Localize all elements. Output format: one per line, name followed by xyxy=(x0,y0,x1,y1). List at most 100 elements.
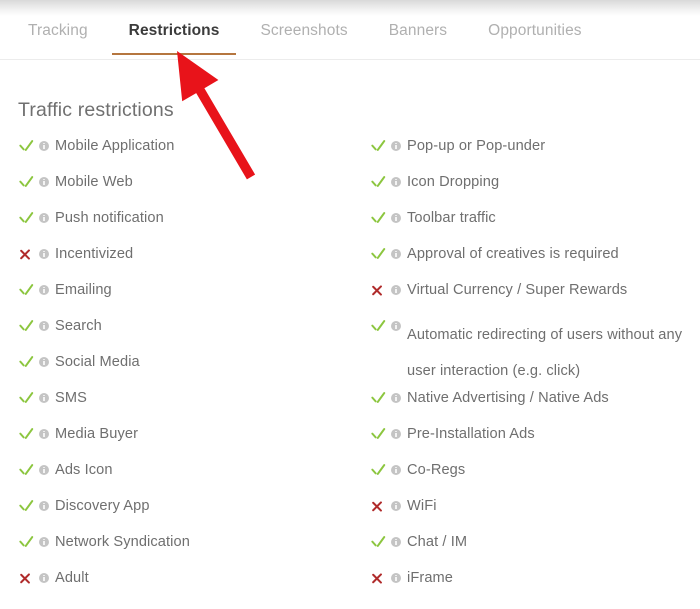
restriction-label: Search xyxy=(55,318,102,334)
tab-opportunities[interactable]: Opportunities xyxy=(488,22,582,55)
restriction-item: Emailing xyxy=(18,280,358,316)
restriction-item: Incentivized xyxy=(18,244,358,280)
info-icon[interactable] xyxy=(39,177,49,187)
info-icon[interactable] xyxy=(39,465,49,475)
restriction-label: Chat / IM xyxy=(407,534,468,550)
tab-label: Restrictions xyxy=(128,22,220,39)
info-icon[interactable] xyxy=(391,573,401,583)
tab-screenshots[interactable]: Screenshots xyxy=(260,22,347,55)
restriction-item: Pre-Installation Ads xyxy=(370,424,692,460)
restriction-item: Adult xyxy=(18,568,358,604)
cross-icon xyxy=(18,245,34,265)
restriction-item: Ads Icon xyxy=(18,460,358,496)
info-icon[interactable] xyxy=(39,213,49,223)
check-icon xyxy=(370,137,386,157)
restriction-item: Network Syndication xyxy=(18,532,358,568)
check-icon xyxy=(18,137,34,157)
restriction-item: Virtual Currency / Super Rewards xyxy=(370,280,692,316)
restriction-item: Social Media xyxy=(18,352,358,388)
check-icon xyxy=(18,317,34,337)
tab-restrictions[interactable]: Restrictions xyxy=(111,22,237,55)
restriction-item: Co-Regs xyxy=(370,460,692,496)
cross-icon xyxy=(370,569,386,589)
info-icon[interactable] xyxy=(39,573,49,583)
restriction-item: Mobile Application xyxy=(18,136,358,172)
check-icon xyxy=(370,245,386,265)
tab-banners[interactable]: Banners xyxy=(389,22,447,55)
restriction-item: Icon Dropping xyxy=(370,172,692,208)
restriction-label: Native Advertising / Native Ads xyxy=(407,390,609,406)
info-icon[interactable] xyxy=(391,429,401,439)
info-icon[interactable] xyxy=(391,501,401,511)
info-icon[interactable] xyxy=(391,465,401,475)
restriction-item: iFrame xyxy=(370,568,692,604)
info-icon[interactable] xyxy=(39,357,49,367)
restriction-label: Icon Dropping xyxy=(407,174,500,190)
tab-label: Banners xyxy=(388,22,448,39)
restriction-item: WiFi xyxy=(370,496,692,532)
restriction-label: SMS xyxy=(55,390,87,406)
check-icon xyxy=(18,461,34,481)
info-icon[interactable] xyxy=(39,501,49,511)
restriction-item: Media Buyer xyxy=(18,424,358,460)
check-icon xyxy=(18,209,34,229)
restriction-label: Push notification xyxy=(55,210,164,226)
tab-label: Opportunities xyxy=(488,22,582,39)
restriction-label: Mobile Web xyxy=(55,174,133,190)
check-icon xyxy=(370,533,386,553)
tab-label: Tracking xyxy=(28,22,88,39)
restriction-label: Adult xyxy=(55,570,89,586)
check-icon xyxy=(370,209,386,229)
cross-icon xyxy=(370,497,386,517)
top-gradient-strip xyxy=(0,0,700,16)
tab-tracking[interactable]: Tracking xyxy=(28,22,88,55)
restriction-item: Toolbar traffic xyxy=(370,208,692,244)
restriction-item: Native Advertising / Native Ads xyxy=(370,388,692,424)
check-icon xyxy=(370,461,386,481)
info-icon[interactable] xyxy=(39,537,49,547)
restriction-item: SMS xyxy=(18,388,358,424)
restrictions-list-right: Pop-up or Pop-under Icon Dropping Toolbar … xyxy=(370,136,692,604)
info-icon[interactable] xyxy=(39,141,49,151)
restriction-label: Discovery App xyxy=(55,498,150,514)
restriction-label: iFrame xyxy=(407,570,454,586)
active-tab-indicator xyxy=(111,53,237,55)
cross-icon xyxy=(18,569,34,589)
info-icon[interactable] xyxy=(39,285,49,295)
check-icon xyxy=(18,497,34,517)
cross-icon xyxy=(370,281,386,301)
info-icon[interactable] xyxy=(39,393,49,403)
info-icon[interactable] xyxy=(39,249,49,259)
info-icon[interactable] xyxy=(391,213,401,223)
restriction-label: Social Media xyxy=(55,354,140,370)
restriction-label: Pop-up or Pop-under xyxy=(407,138,546,154)
page-title: Traffic restrictions xyxy=(18,99,174,121)
restriction-label: WiFi xyxy=(407,498,437,514)
tab-bar: Tracking Restrictions Screenshots Banners Op… xyxy=(0,22,700,60)
info-icon[interactable] xyxy=(39,429,49,439)
restriction-item: Chat / IM xyxy=(370,532,692,568)
info-icon[interactable] xyxy=(391,177,401,187)
restriction-label: Emailing xyxy=(55,282,112,298)
restriction-label: Automatic redirecting of users without a… xyxy=(407,327,683,379)
info-icon[interactable] xyxy=(391,141,401,151)
info-icon[interactable] xyxy=(391,537,401,547)
info-icon[interactable] xyxy=(391,393,401,403)
restriction-item: Push notification xyxy=(18,208,358,244)
check-icon xyxy=(18,173,34,193)
restriction-item: Search xyxy=(18,316,358,352)
info-icon[interactable] xyxy=(391,321,401,331)
restriction-label: Co-Regs xyxy=(407,462,466,478)
check-icon xyxy=(370,173,386,193)
restriction-item: Discovery App xyxy=(18,496,358,532)
check-icon xyxy=(370,317,386,337)
tab-label: Screenshots xyxy=(260,22,348,39)
restriction-label: Toolbar traffic xyxy=(407,210,496,226)
restrictions-list-left: Mobile Application Mobile Web Push notific… xyxy=(18,136,358,604)
info-icon[interactable] xyxy=(391,249,401,259)
restriction-item: Pop-up or Pop-under xyxy=(370,136,692,172)
check-icon xyxy=(18,389,34,409)
info-icon[interactable] xyxy=(391,285,401,295)
info-icon[interactable] xyxy=(39,321,49,331)
restriction-label: Media Buyer xyxy=(55,426,139,442)
